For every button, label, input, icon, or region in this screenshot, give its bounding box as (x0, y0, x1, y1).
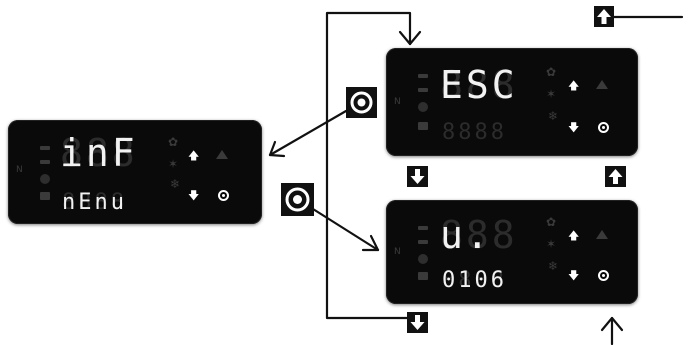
indicator-dot (418, 102, 428, 112)
indicator-bar (418, 74, 428, 78)
prg-circle-icon (350, 91, 373, 114)
arrow-to-version-panel (311, 207, 380, 252)
leaf-icon: ✿ (168, 135, 179, 149)
up-key-icon: 🡅 (568, 79, 580, 92)
indicator-bar (40, 192, 50, 200)
sub-display: 8888 nEnu (62, 192, 127, 214)
alarm-icon (596, 230, 608, 239)
main-display: 888 inF (60, 134, 138, 172)
down-key-icon: 🡇 (568, 121, 580, 134)
alarm-icon (216, 150, 228, 159)
defrost-icon: ❄ (548, 109, 559, 123)
up-arrow-icon (608, 169, 623, 184)
menu-navigation-diagram: N 888 inF 8888 nEnu ✿ ✶ ❄ 🡅 🡇 N 888 ESC (0, 0, 693, 345)
down-key-icon-middle (407, 166, 428, 187)
sub-display: 8888 (442, 122, 507, 144)
defrost-icon: ❄ (170, 177, 181, 191)
main-display-text: u. (440, 213, 492, 257)
main-display: 888 u. (440, 216, 518, 254)
up-key-icon-middle (605, 166, 626, 187)
indicator-dot (418, 254, 428, 264)
up-key-icon: 🡅 (568, 229, 580, 242)
indicator-bar (418, 88, 428, 92)
display-panel-version: N 888 u. 8888 0106 ✿ ✶ ❄ 🡅 🡇 (386, 200, 638, 304)
sub-display-text: nEnu (62, 190, 127, 215)
down-key-icon: 🡇 (568, 269, 580, 282)
network-icon: N (394, 247, 401, 257)
prg-key-icon (598, 270, 609, 281)
prg-circle-icon (285, 187, 310, 212)
indicator-bar (418, 240, 428, 244)
indicator-dot (40, 174, 50, 184)
leaf-icon: ✿ (546, 215, 557, 229)
arrow-to-inf-panel (268, 109, 348, 157)
fan-icon: ✶ (168, 157, 179, 171)
leaf-icon: ✿ (546, 65, 557, 79)
display-panel-inf: N 888 inF 8888 nEnu ✿ ✶ ❄ 🡅 🡇 (8, 120, 262, 224)
prg-key-icon (218, 190, 229, 201)
indicator-bar (418, 272, 428, 280)
up-key-icon: 🡅 (188, 149, 200, 162)
down-arrow-icon (410, 315, 425, 330)
fan-icon: ✶ (546, 87, 557, 101)
indicator-bar (418, 122, 428, 130)
defrost-icon: ❄ (548, 259, 559, 273)
up-arrow-icon (597, 9, 611, 24)
unlit-segments: 8888 (442, 120, 507, 145)
alarm-icon (596, 80, 608, 89)
network-icon: N (16, 165, 23, 175)
prg-key-icon (598, 122, 609, 133)
main-display: 888 ESC (440, 66, 518, 104)
main-display-text: ESC (440, 63, 518, 107)
sub-display: 8888 0106 (442, 270, 507, 292)
main-display-text: inF (60, 131, 138, 175)
sub-display-text: 0106 (442, 268, 507, 293)
indicator-bar (418, 226, 428, 230)
display-panel-esc: N 888 ESC 8888 ✿ ✶ ❄ 🡅 🡇 (386, 48, 638, 156)
down-arrow-icon (410, 169, 425, 184)
down-key-icon: 🡇 (188, 189, 200, 202)
up-key-icon-top-right (594, 6, 614, 27)
indicator-bar (40, 160, 50, 164)
indicator-bar (40, 146, 50, 150)
down-key-icon-bottom (407, 312, 428, 333)
prg-button-icon-top (346, 87, 377, 118)
prg-button-icon-bottom (281, 183, 314, 216)
network-icon: N (394, 97, 401, 107)
fan-icon: ✶ (546, 237, 557, 251)
